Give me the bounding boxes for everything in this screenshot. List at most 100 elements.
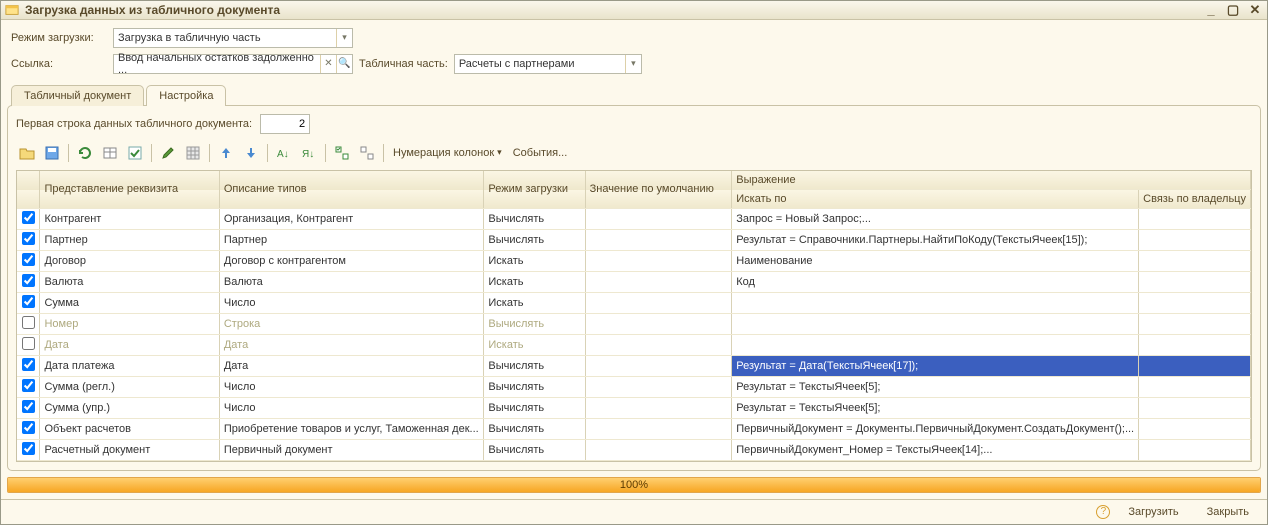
close-window-button[interactable]: ✕ [1247, 2, 1263, 18]
minimize-button[interactable]: _ [1203, 2, 1219, 18]
row-checkbox-cell[interactable] [17, 440, 40, 461]
row-checkbox-cell[interactable] [17, 419, 40, 440]
cell-repr[interactable]: Номер [40, 314, 219, 335]
cell-search[interactable]: Результат = ТекстыЯчеек[5]; [732, 398, 1139, 419]
checkbox-icon[interactable] [124, 142, 146, 164]
table-icon[interactable] [99, 142, 121, 164]
tab-tabular-doc[interactable]: Табличный документ [11, 85, 144, 106]
cell-search[interactable]: Результат = Справочники.Партнеры.НайтиПо… [732, 230, 1139, 251]
cell-repr[interactable]: Дата платежа [40, 356, 219, 377]
row-checkbox[interactable] [22, 337, 35, 350]
cell-link[interactable] [1139, 377, 1251, 398]
cell-default[interactable] [585, 314, 732, 335]
cell-repr[interactable]: Сумма (регл.) [40, 377, 219, 398]
cell-repr[interactable]: Сумма [40, 293, 219, 314]
cell-link[interactable] [1139, 272, 1251, 293]
row-checkbox[interactable] [22, 379, 35, 392]
cell-link[interactable] [1139, 335, 1251, 356]
cell-search[interactable]: ПервичныйДокумент = Документы.ПервичныйД… [732, 419, 1139, 440]
help-icon[interactable]: ? [1096, 505, 1110, 519]
row-checkbox[interactable] [22, 274, 35, 287]
cell-search[interactable]: Запрос = Новый Запрос;... [732, 209, 1139, 230]
col-search[interactable]: Искать по [732, 190, 1139, 209]
cell-search[interactable]: Результат = Дата(ТекстыЯчеек[17]); [732, 356, 1139, 377]
col-link[interactable]: Связь по владельцу [1139, 190, 1251, 209]
cell-link[interactable] [1139, 419, 1251, 440]
cell-search[interactable] [732, 314, 1139, 335]
table-row[interactable]: Дата платежаДатаВычислятьРезультат = Дат… [17, 356, 1251, 377]
row-checkbox-cell[interactable] [17, 209, 40, 230]
tab-settings[interactable]: Настройка [146, 85, 226, 106]
row-checkbox[interactable] [22, 232, 35, 245]
cell-repr[interactable]: Расчетный документ [40, 440, 219, 461]
row-checkbox[interactable] [22, 253, 35, 266]
row-checkbox[interactable] [22, 295, 35, 308]
cell-mode[interactable]: Вычислять [484, 419, 585, 440]
move-down-icon[interactable] [240, 142, 262, 164]
cell-link[interactable] [1139, 398, 1251, 419]
clear-icon[interactable]: ✕ [320, 55, 336, 73]
row-checkbox[interactable] [22, 421, 35, 434]
cell-types[interactable]: Строка [219, 314, 484, 335]
table-row[interactable]: Объект расчетовПриобретение товаров и ус… [17, 419, 1251, 440]
cell-mode[interactable]: Вычислять [484, 377, 585, 398]
cell-types[interactable]: Число [219, 293, 484, 314]
cell-types[interactable]: Договор с контрагентом [219, 251, 484, 272]
load-button[interactable]: Загрузить [1118, 503, 1188, 521]
cell-link[interactable] [1139, 230, 1251, 251]
cell-search[interactable]: Наименование [732, 251, 1139, 272]
cell-mode[interactable]: Вычислять [484, 209, 585, 230]
cell-repr[interactable]: Сумма (упр.) [40, 398, 219, 419]
table-row[interactable]: ПартнерПартнерВычислятьРезультат = Справ… [17, 230, 1251, 251]
cell-default[interactable] [585, 230, 732, 251]
cell-types[interactable]: Дата [219, 356, 484, 377]
cell-default[interactable] [585, 251, 732, 272]
chevron-down-icon[interactable] [625, 55, 641, 73]
cell-mode[interactable]: Вычислять [484, 398, 585, 419]
cell-default[interactable] [585, 356, 732, 377]
row-checkbox-cell[interactable] [17, 377, 40, 398]
row-checkbox[interactable] [22, 358, 35, 371]
cell-search[interactable]: ПервичныйДокумент_Номер = ТекстыЯчеек[14… [732, 440, 1139, 461]
cell-repr[interactable]: Договор [40, 251, 219, 272]
events-button[interactable]: События... [509, 142, 572, 164]
cell-types[interactable]: Число [219, 377, 484, 398]
cell-default[interactable] [585, 440, 732, 461]
cell-link[interactable] [1139, 314, 1251, 335]
cell-link[interactable] [1139, 293, 1251, 314]
save-icon[interactable] [41, 142, 63, 164]
cell-mode[interactable]: Вычислять [484, 230, 585, 251]
open-icon[interactable] [16, 142, 38, 164]
check-all-icon[interactable] [331, 142, 353, 164]
table-row[interactable]: ВалютаВалютаИскатьКод [17, 272, 1251, 293]
row-checkbox-cell[interactable] [17, 230, 40, 251]
settings-grid[interactable]: Представление реквизита Описание типов Р… [16, 170, 1252, 463]
grid-icon[interactable] [182, 142, 204, 164]
move-up-icon[interactable] [215, 142, 237, 164]
cell-default[interactable] [585, 398, 732, 419]
cell-repr[interactable]: Объект расчетов [40, 419, 219, 440]
sort-asc-icon[interactable]: A↓ [273, 142, 295, 164]
cell-search[interactable]: Код [732, 272, 1139, 293]
cell-link[interactable] [1139, 356, 1251, 377]
cell-default[interactable] [585, 293, 732, 314]
cell-types[interactable]: Дата [219, 335, 484, 356]
table-row[interactable]: Расчетный документПервичный документВычи… [17, 440, 1251, 461]
cell-mode[interactable]: Вычислять [484, 314, 585, 335]
search-icon[interactable]: 🔍 [336, 55, 352, 73]
cell-repr[interactable]: Контрагент [40, 209, 219, 230]
edit-icon[interactable] [157, 142, 179, 164]
cell-types[interactable]: Число [219, 398, 484, 419]
row-checkbox[interactable] [22, 211, 35, 224]
cell-mode[interactable]: Искать [484, 251, 585, 272]
first-row-input[interactable] [260, 114, 310, 134]
row-checkbox-cell[interactable] [17, 272, 40, 293]
refresh-icon[interactable] [74, 142, 96, 164]
cell-default[interactable] [585, 209, 732, 230]
table-row[interactable]: СуммаЧислоИскать [17, 293, 1251, 314]
cell-repr[interactable]: Валюта [40, 272, 219, 293]
uncheck-all-icon[interactable] [356, 142, 378, 164]
col-repr[interactable]: Представление реквизита [40, 171, 219, 209]
maximize-button[interactable]: ▢ [1225, 2, 1241, 18]
row-checkbox[interactable] [22, 316, 35, 329]
